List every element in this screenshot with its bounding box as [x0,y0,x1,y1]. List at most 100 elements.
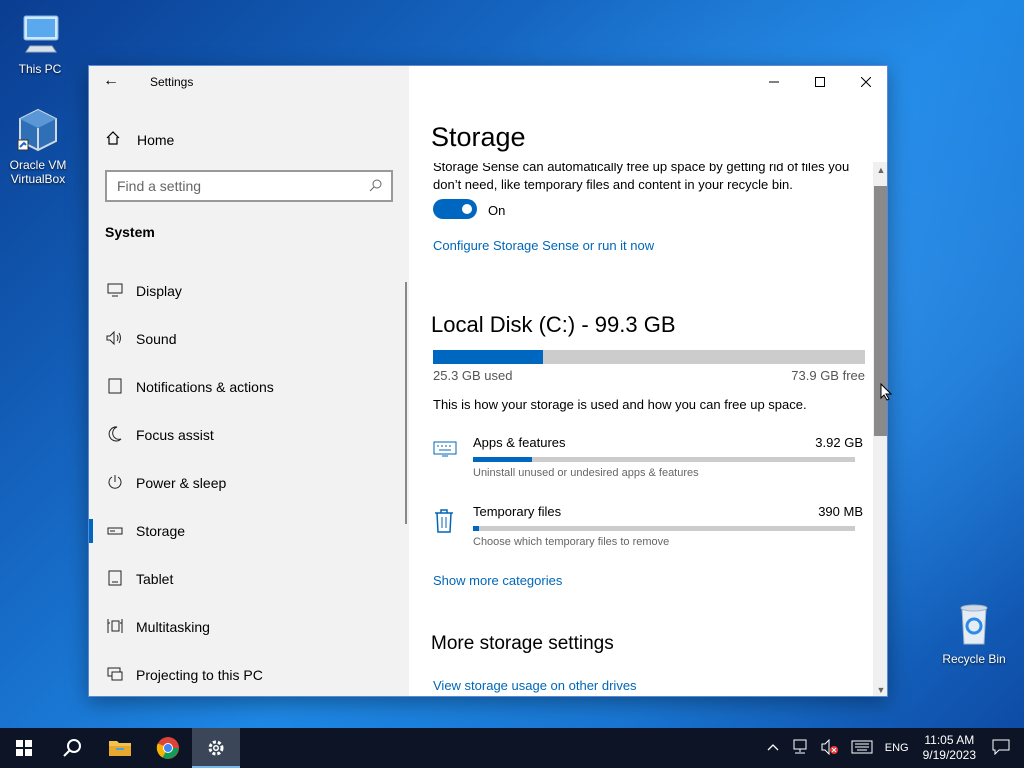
system-tray: ENG 11:05 AM 9/19/2023 [761,728,1024,768]
disk-title: Local Disk (C:) - 99.3 GB [431,312,676,337]
tablet-icon [105,570,125,589]
gear-icon [208,740,224,756]
sidebar-item-notifications[interactable]: Notifications & actions [89,367,409,407]
desktop-icon-label: Recycle Bin [942,652,1006,666]
start-button[interactable] [0,728,48,768]
keyboard-icon [433,439,457,467]
minimize-icon [769,81,779,83]
trash-icon [433,508,457,536]
search-icon [369,178,383,195]
clock[interactable]: 11:05 AM 9/19/2023 [923,733,976,763]
storage-page: Storage Sense can automatically free up … [409,66,887,696]
settings-nav-pane: ← Settings Home Find a setting System Di… [89,66,409,696]
multitasking-icon [105,618,125,637]
disk-usage-fill [433,350,544,364]
search-placeholder: Find a setting [117,178,202,194]
sidebar-item-display[interactable]: Display [89,271,409,311]
moon-icon [105,425,125,445]
sidebar-item-label: Storage [136,523,186,539]
back-button[interactable]: ← [103,72,123,92]
sidebar-item-sound[interactable]: Sound [89,319,409,359]
sidebar-item-label: Notifications & actions [136,379,274,395]
folder-icon [109,741,131,756]
windows-logo-icon [16,740,32,756]
category-usage-fill [473,457,533,462]
category-temporary-files[interactable]: Temporary files 390 MB Choose which temp… [433,504,865,560]
network-icon[interactable] [791,739,809,758]
scroll-up-arrow-icon[interactable]: ▲ [873,162,887,178]
content-scrollbar[interactable]: ▲ ▼ [873,162,887,696]
show-hidden-icons-chevron-icon[interactable] [767,742,779,754]
display-icon [105,283,125,300]
window-title: Settings [150,75,194,89]
minimize-button[interactable] [751,66,797,98]
storage-sense-toggle[interactable] [433,199,477,219]
category-usage-bar [473,457,855,462]
configure-storage-sense-link[interactable]: Configure Storage Sense or run it now [433,238,654,253]
sidebar-item-label: Focus assist [136,427,214,443]
nav-section-title: System [105,224,155,240]
storage-drive-icon [105,523,125,539]
sidebar-item-label: Power & sleep [136,475,227,491]
close-button[interactable] [843,66,887,98]
sidebar-item-focus-assist[interactable]: Focus assist [89,415,409,455]
sidebar-item-label: Multitasking [136,619,210,635]
notification-icon [105,378,125,397]
maximize-icon [815,77,825,87]
taskbar: ENG 11:05 AM 9/19/2023 [0,728,1024,768]
virtualbox-icon [14,106,62,154]
settings-taskbar-button[interactable] [192,728,240,768]
sidebar-item-projecting[interactable]: Projecting to this PC [89,655,409,695]
computer-icon [16,10,64,58]
sidebar-item-label: Tablet [136,571,174,587]
category-name: Temporary files [473,504,562,519]
sidebar-item-label: Sound [136,331,177,347]
sidebar-item-power-sleep[interactable]: Power & sleep [89,463,409,503]
recycle-bin-icon [950,600,998,648]
close-icon [861,77,871,87]
volume-muted-icon[interactable] [821,738,839,758]
disk-used-label: 25.3 GB used [433,368,513,383]
scroll-down-arrow-icon[interactable]: ▼ [873,682,887,696]
disk-usage-bar [433,350,865,364]
disk-free-label: 73.9 GB free [791,368,865,383]
clock-time: 11:05 AM [924,733,975,747]
desktop-icon-label: Oracle VM VirtualBox [9,158,67,186]
settings-window: ← Settings Home Find a setting System Di… [88,65,888,697]
notification-chat-icon [992,739,1010,755]
show-more-categories-link[interactable]: Show more categories [433,573,562,588]
search-icon [63,739,81,757]
file-explorer-button[interactable] [96,728,144,768]
more-storage-settings-heading: More storage settings [431,633,614,654]
sidebar-item-storage[interactable]: Storage [89,511,409,551]
category-apps-features[interactable]: Apps & features 3.92 GB Uninstall unused… [433,435,865,491]
desktop-icon-virtualbox[interactable]: Oracle VM VirtualBox [0,106,78,186]
back-arrow-icon: ← [103,72,119,89]
nav-home-label: Home [137,132,175,148]
action-center-button[interactable] [992,739,1010,758]
category-usage-fill [473,526,479,531]
home-icon [105,130,123,150]
nav-home[interactable]: Home [105,128,174,152]
caption-buttons [751,66,887,98]
maximize-button[interactable] [797,66,843,98]
clock-date: 9/19/2023 [922,748,976,762]
search-input[interactable]: Find a setting [105,170,393,202]
category-description: Uninstall unused or undesired apps & fea… [473,467,699,479]
desktop-icon-recycle-bin[interactable]: Recycle Bin [934,600,1014,666]
speaker-icon [105,330,125,348]
input-language[interactable]: ENG [885,742,909,754]
sidebar-item-tablet[interactable]: Tablet [89,559,409,599]
chrome-icon [156,737,179,759]
search-button[interactable] [48,728,96,768]
storage-sense-description: Storage Sense can automatically free up … [433,159,850,192]
category-description: Choose which temporary files to remove [473,536,670,548]
touch-keyboard-icon[interactable] [851,740,873,757]
nav-scrollbar[interactable] [405,282,407,524]
category-size: 3.92 GB [815,435,863,450]
sidebar-item-multitasking[interactable]: Multitasking [89,607,409,647]
view-other-drives-link[interactable]: View storage usage on other drives [433,678,637,693]
desktop-icon-this-pc[interactable]: This PC [0,10,80,76]
page-title: Storage [431,122,526,152]
chrome-button[interactable] [144,728,192,768]
